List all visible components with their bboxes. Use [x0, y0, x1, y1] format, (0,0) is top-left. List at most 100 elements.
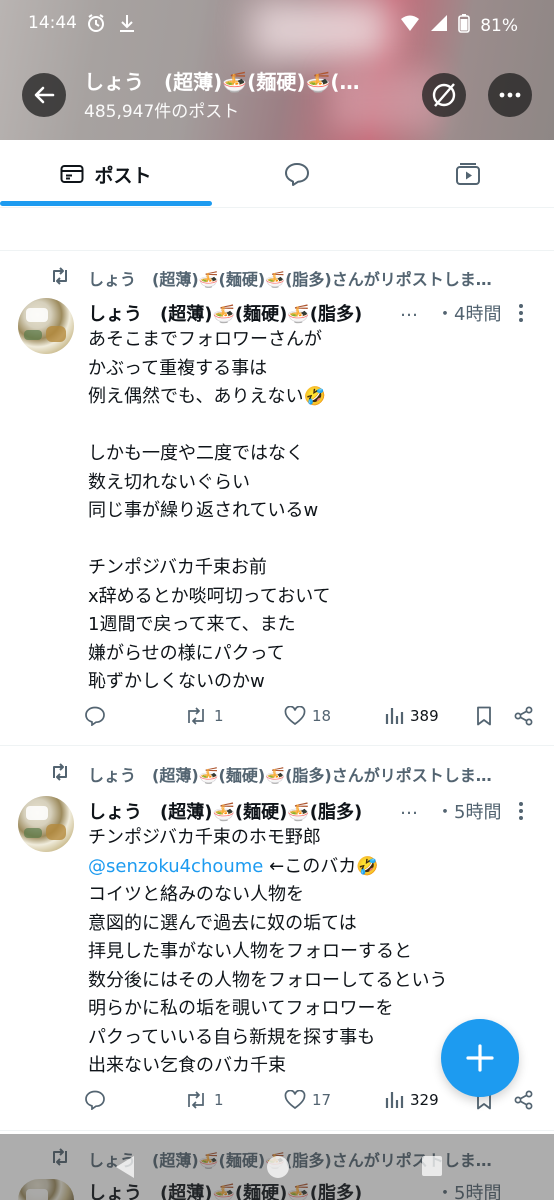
- alarm-icon: [86, 13, 106, 38]
- post-time[interactable]: ・5時間: [436, 798, 501, 824]
- repost-count: 1: [214, 707, 224, 725]
- nav-recents-button[interactable]: [420, 1154, 444, 1182]
- back-button[interactable]: [22, 73, 66, 117]
- bookmark-button[interactable]: [476, 706, 492, 726]
- divider: [0, 250, 554, 251]
- author-name[interactable]: しょう (超薄)🍜(麺硬)🍜(脂多): [88, 798, 362, 824]
- author-name-ellipsis: …: [400, 300, 418, 321]
- plus-icon: [466, 1044, 494, 1072]
- tab-posts[interactable]: ポスト: [0, 140, 212, 208]
- more-vertical-icon: [519, 304, 523, 322]
- nav-home-button[interactable]: [265, 1154, 291, 1184]
- post-time[interactable]: ・4時間: [436, 300, 501, 326]
- post-text-line: コイツと絡みのない人物を: [88, 884, 304, 905]
- battery-percent: 81%: [480, 15, 518, 36]
- like-button[interactable]: 18: [284, 706, 331, 726]
- post-header: しょう (超薄)🍜(麺硬)🍜(脂多) … ・5時間: [88, 798, 538, 824]
- author-name-ellipsis: …: [400, 798, 418, 819]
- circle-home-icon: [267, 1156, 289, 1178]
- view-count: 389: [410, 707, 439, 725]
- repost-context: しょう (超薄)🍜(麺硬)🍜(脂多)さんがリポストしま…: [0, 760, 554, 786]
- status-time: 14:44: [28, 13, 77, 33]
- post-divider: [0, 745, 554, 746]
- repost-context: しょう (超薄)🍜(麺硬)🍜(脂多)さんがリポストしま…: [0, 264, 554, 290]
- share-button[interactable]: [514, 706, 534, 726]
- reply-icon: [85, 706, 105, 726]
- repost-context-text: しょう (超薄)🍜(麺硬)🍜(脂多)さんがリポストしま…: [88, 766, 492, 785]
- repost-icon: [50, 267, 70, 289]
- reply-icon: [85, 1090, 105, 1110]
- repost-button[interactable]: 1: [184, 706, 224, 726]
- grok-icon: [432, 83, 456, 107]
- heart-icon: [284, 1090, 306, 1110]
- post-text-blank: [88, 526, 528, 555]
- view-count: 329: [410, 1091, 439, 1109]
- status-right: 81%: [400, 13, 518, 38]
- download-icon: [118, 13, 136, 38]
- post-header: しょう (超薄)🍜(麺硬)🍜(脂多) … ・4時間: [88, 300, 538, 326]
- post-text-line: 恥ずかしくないのかw: [88, 671, 265, 692]
- repost-icon: [50, 763, 70, 785]
- post-more-button[interactable]: [518, 801, 524, 826]
- author-name[interactable]: しょう (超薄)🍜(麺硬)🍜(脂多): [88, 300, 362, 326]
- replies-icon: [285, 163, 309, 186]
- mention-suffix: ←このバカ🤣: [263, 855, 379, 877]
- share-button[interactable]: [514, 1090, 534, 1110]
- post-text-line: 意図的に選んで過去に奴の垢ては: [88, 912, 357, 934]
- arrow-left-icon: [34, 86, 55, 104]
- post-text-line: 例え偶然でも、ありえない🤣: [88, 386, 326, 407]
- views-icon: [385, 708, 404, 724]
- tab-media[interactable]: [382, 140, 554, 208]
- post-divider: [0, 1130, 554, 1131]
- heart-icon: [284, 706, 306, 726]
- square-recents-icon: [422, 1156, 442, 1176]
- page-title: しょう (超薄)🍜(麺硬)🍜(…: [84, 70, 360, 94]
- repost-button[interactable]: 1: [184, 1090, 224, 1110]
- views-icon: [385, 1092, 404, 1108]
- more-horizontal-icon: [499, 92, 521, 98]
- post-text-line: しかも一度や二度ではなく: [88, 443, 304, 464]
- tab-replies[interactable]: [212, 140, 382, 208]
- views-button[interactable]: 389: [384, 706, 439, 726]
- profile-tabs: ポスト: [0, 140, 554, 208]
- post-text-line: あそこまでフォロワーさんが: [88, 329, 322, 350]
- post-text-line: 数分後にはその人物をフォローしてるという: [88, 969, 448, 991]
- battery-icon: [458, 13, 471, 38]
- post-more-button[interactable]: [518, 303, 524, 328]
- post-count: 485,947件のポスト: [84, 102, 240, 122]
- header-title-block: しょう (超薄)🍜(麺硬)🍜(… 485,947件のポスト: [84, 66, 360, 122]
- nav-back-button[interactable]: [113, 1154, 137, 1184]
- share-icon: [514, 706, 533, 726]
- avatar[interactable]: [18, 298, 74, 354]
- repost-context-text: しょう (超薄)🍜(麺硬)🍜(脂多)さんがリポストしま…: [88, 270, 492, 289]
- like-button[interactable]: 17: [284, 1090, 331, 1110]
- media-icon: [456, 163, 480, 185]
- post-text-line: チンポジバカ千束お前: [88, 557, 267, 578]
- post-text-line: 嫌がらせの様にパクって: [88, 642, 285, 664]
- grok-button[interactable]: [422, 73, 466, 117]
- more-options-button[interactable]: [488, 73, 532, 117]
- system-navigation-bar: [0, 1134, 554, 1200]
- post-text: あそこまでフォロワーさんが かぶって重複する事は 例え偶然でも、ありえない🤣 し…: [88, 326, 528, 697]
- like-count: 18: [312, 707, 332, 725]
- post-text-blank: [88, 412, 528, 441]
- repost-icon: [188, 707, 204, 725]
- post-text-line: かぶって重複する事は: [88, 357, 268, 379]
- profile-header: 14:44 81% しょう (超薄)🍜(麺硬)🍜(… 485,947件のポスト: [0, 0, 554, 140]
- avatar[interactable]: [18, 796, 74, 852]
- mention-link[interactable]: @senzoku4choume: [88, 856, 263, 877]
- post-text-line: 同じ事が繰り返されているw: [88, 500, 319, 521]
- post-text-line: チンポジバカ千束のホモ野郎: [88, 827, 321, 848]
- repost-count: 1: [214, 1091, 224, 1109]
- triangle-back-icon: [116, 1156, 134, 1178]
- post-text-line: x辞めるとか啖呵切っておいて: [88, 585, 331, 607]
- views-button[interactable]: 329: [384, 1090, 439, 1110]
- reply-button[interactable]: [84, 706, 106, 726]
- share-icon: [514, 1090, 533, 1110]
- bookmark-icon: [477, 706, 491, 726]
- compose-post-button[interactable]: [441, 1019, 519, 1097]
- tab-posts-label: ポスト: [94, 164, 152, 187]
- status-bar: 14:44 81%: [0, 0, 554, 48]
- more-vertical-icon: [519, 802, 523, 820]
- reply-button[interactable]: [84, 1090, 106, 1110]
